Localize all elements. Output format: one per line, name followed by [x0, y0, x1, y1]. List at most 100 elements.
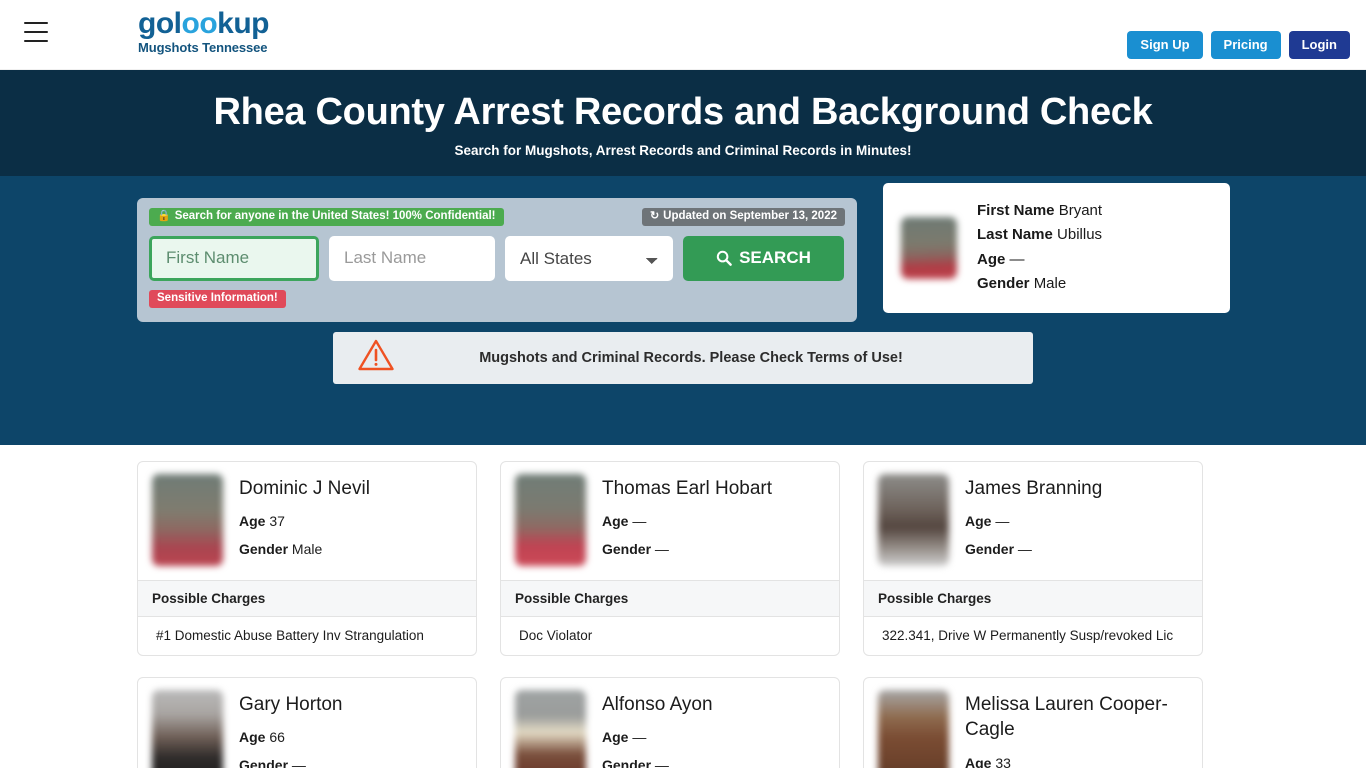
result-age-value: — — [995, 513, 1010, 530]
featured-age-label: Age — [977, 250, 1006, 268]
result-card-body: Melissa Lauren Cooper-Cagle Age 33 Gende… — [864, 678, 1202, 768]
sensitive-information-badge: Sensitive Information! — [149, 289, 286, 309]
result-gender-label: Gender — [239, 757, 289, 768]
logo-text-part1: gol — [138, 7, 182, 40]
result-gender-label: Gender — [602, 757, 652, 768]
result-avatar — [878, 473, 949, 566]
featured-first-name-value: Bryant — [1058, 201, 1103, 219]
featured-last-name-label: Last Name — [977, 226, 1053, 244]
search-panel: 🔒 Search for anyone in the United States… — [137, 197, 857, 322]
results-grid: Dominic J Nevil Age 37 Gender Male Possi… — [137, 460, 1229, 768]
nav-action-buttons: Sign Up Pricing Login — [1127, 31, 1350, 59]
warning-triangle-icon — [357, 338, 397, 377]
featured-first-name-row: First Name Bryant — [977, 199, 1102, 224]
state-select[interactable]: All States — [505, 235, 673, 281]
result-age-value: 33 — [995, 754, 1011, 768]
result-age-row: Age 37 — [239, 513, 370, 529]
result-name: Melissa Lauren Cooper-Cagle — [965, 693, 1168, 741]
lock-icon: 🔒 — [157, 210, 171, 223]
result-card[interactable]: James Branning Age — Gender — Possible C… — [863, 460, 1203, 656]
result-gender-label: Gender — [602, 541, 652, 558]
result-name: Alfonso Ayon — [602, 693, 713, 715]
result-card-info: Thomas Earl Hobart Age — Gender — — [602, 474, 772, 566]
result-age-label: Age — [239, 513, 266, 530]
result-age-label: Age — [602, 729, 629, 746]
site-logo[interactable]: golookup Mugshots Tennessee — [138, 9, 269, 55]
pricing-button[interactable]: Pricing — [1210, 31, 1281, 59]
result-name: Dominic J Nevil — [239, 477, 370, 499]
possible-charges-text: 322.341, Drive W Permanently Susp/revoke… — [882, 627, 1174, 643]
result-card-body: Alfonso Ayon Age — Gender — — [501, 678, 839, 768]
result-card[interactable]: Gary Horton Age 66 Gender — — [137, 676, 477, 768]
sign-up-button[interactable]: Sign Up — [1127, 31, 1203, 59]
confidential-badge: 🔒 Search for anyone in the United States… — [149, 207, 504, 227]
featured-last-name-row: Last Name Ubillus — [977, 223, 1102, 248]
search-icon — [716, 250, 732, 266]
result-card[interactable]: Melissa Lauren Cooper-Cagle Age 33 Gende… — [863, 676, 1203, 768]
possible-charges-text: #1 Domestic Abuse Battery Inv Strangulat… — [156, 627, 424, 643]
result-card-info: Dominic J Nevil Age 37 Gender Male — [239, 474, 370, 566]
result-avatar — [152, 689, 223, 768]
hero-title-band: Rhea County Arrest Records and Backgroun… — [0, 70, 1366, 176]
possible-charges-header: Possible Charges — [138, 579, 476, 617]
result-gender-value: — — [654, 757, 669, 768]
featured-person-details: First Name Bryant Last Name Ubillus Age … — [977, 199, 1102, 297]
result-avatar — [515, 473, 586, 566]
results-section: Dominic J Nevil Age 37 Gender Male Possi… — [0, 444, 1366, 768]
result-avatar — [878, 689, 949, 768]
logo-wordmark: golookup — [138, 9, 269, 39]
top-navbar: golookup Mugshots Tennessee Sign Up Pric… — [0, 0, 1366, 70]
terms-of-use-text: Mugshots and Criminal Records. Please Ch… — [479, 349, 903, 366]
result-card-body: Thomas Earl Hobart Age — Gender — — [501, 462, 839, 580]
result-avatar — [515, 689, 586, 768]
result-avatar — [152, 473, 223, 566]
result-age-row: Age — — [965, 513, 1102, 529]
result-age-label: Age — [239, 729, 266, 746]
result-card[interactable]: Dominic J Nevil Age 37 Gender Male Possi… — [137, 460, 477, 656]
result-card-info: Gary Horton Age 66 Gender — — [239, 690, 342, 768]
featured-last-name-value: Ubillus — [1057, 226, 1103, 244]
login-button[interactable]: Login — [1288, 31, 1350, 59]
result-gender-value: — — [1017, 541, 1032, 558]
result-name: Thomas Earl Hobart — [602, 477, 773, 499]
result-age-value: 66 — [269, 729, 285, 746]
hamburger-icon[interactable] — [24, 22, 48, 42]
result-gender-value: Male — [291, 541, 323, 558]
result-card-info: Alfonso Ayon Age — Gender — — [602, 690, 713, 768]
result-card-info: James Branning Age — Gender — — [965, 474, 1102, 566]
search-button[interactable]: SEARCH — [683, 235, 844, 281]
result-age-value: — — [632, 513, 647, 530]
featured-avatar — [901, 216, 957, 279]
featured-gender-row: Gender Male — [977, 272, 1102, 297]
featured-person-card[interactable]: First Name Bryant Last Name Ubillus Age … — [883, 182, 1230, 313]
logo-text-oo: oo — [181, 7, 218, 40]
search-panel-header: 🔒 Search for anyone in the United States… — [149, 207, 845, 227]
result-card[interactable]: Alfonso Ayon Age — Gender — — [500, 676, 840, 768]
featured-first-name-label: First Name — [977, 201, 1055, 219]
result-age-value: — — [632, 729, 647, 746]
result-age-row: Age 66 — [239, 729, 342, 745]
featured-age-row: Age — — [977, 248, 1102, 273]
result-age-value: 37 — [269, 513, 285, 530]
featured-age-value: — — [1009, 250, 1025, 268]
first-name-input[interactable] — [149, 235, 319, 281]
result-gender-row: Gender — — [239, 757, 342, 768]
result-age-row: Age — — [602, 729, 713, 745]
updated-badge: ↻ Updated on September 13, 2022 — [641, 207, 845, 227]
terms-of-use-notice: Mugshots and Criminal Records. Please Ch… — [333, 331, 1033, 384]
logo-text-part2: kup — [217, 7, 269, 40]
possible-charges-header: Possible Charges — [864, 579, 1202, 617]
result-card-body: James Branning Age — Gender — — [864, 462, 1202, 580]
page-subtitle: Search for Mugshots, Arrest Records and … — [454, 142, 912, 158]
result-gender-row: Gender — — [602, 541, 772, 557]
result-card-body: Dominic J Nevil Age 37 Gender Male — [138, 462, 476, 580]
page-title: Rhea County Arrest Records and Backgroun… — [213, 91, 1153, 133]
refresh-icon: ↻ — [649, 210, 660, 223]
logo-subtitle: Mugshots Tennessee — [138, 40, 268, 55]
result-age-label: Age — [602, 513, 629, 530]
confidential-badge-label: Search for anyone in the United States! … — [174, 209, 496, 222]
result-card[interactable]: Thomas Earl Hobart Age — Gender — Possib… — [500, 460, 840, 656]
result-age-label: Age — [965, 513, 992, 530]
last-name-input[interactable] — [329, 235, 495, 281]
hamburger-bar — [24, 31, 48, 33]
